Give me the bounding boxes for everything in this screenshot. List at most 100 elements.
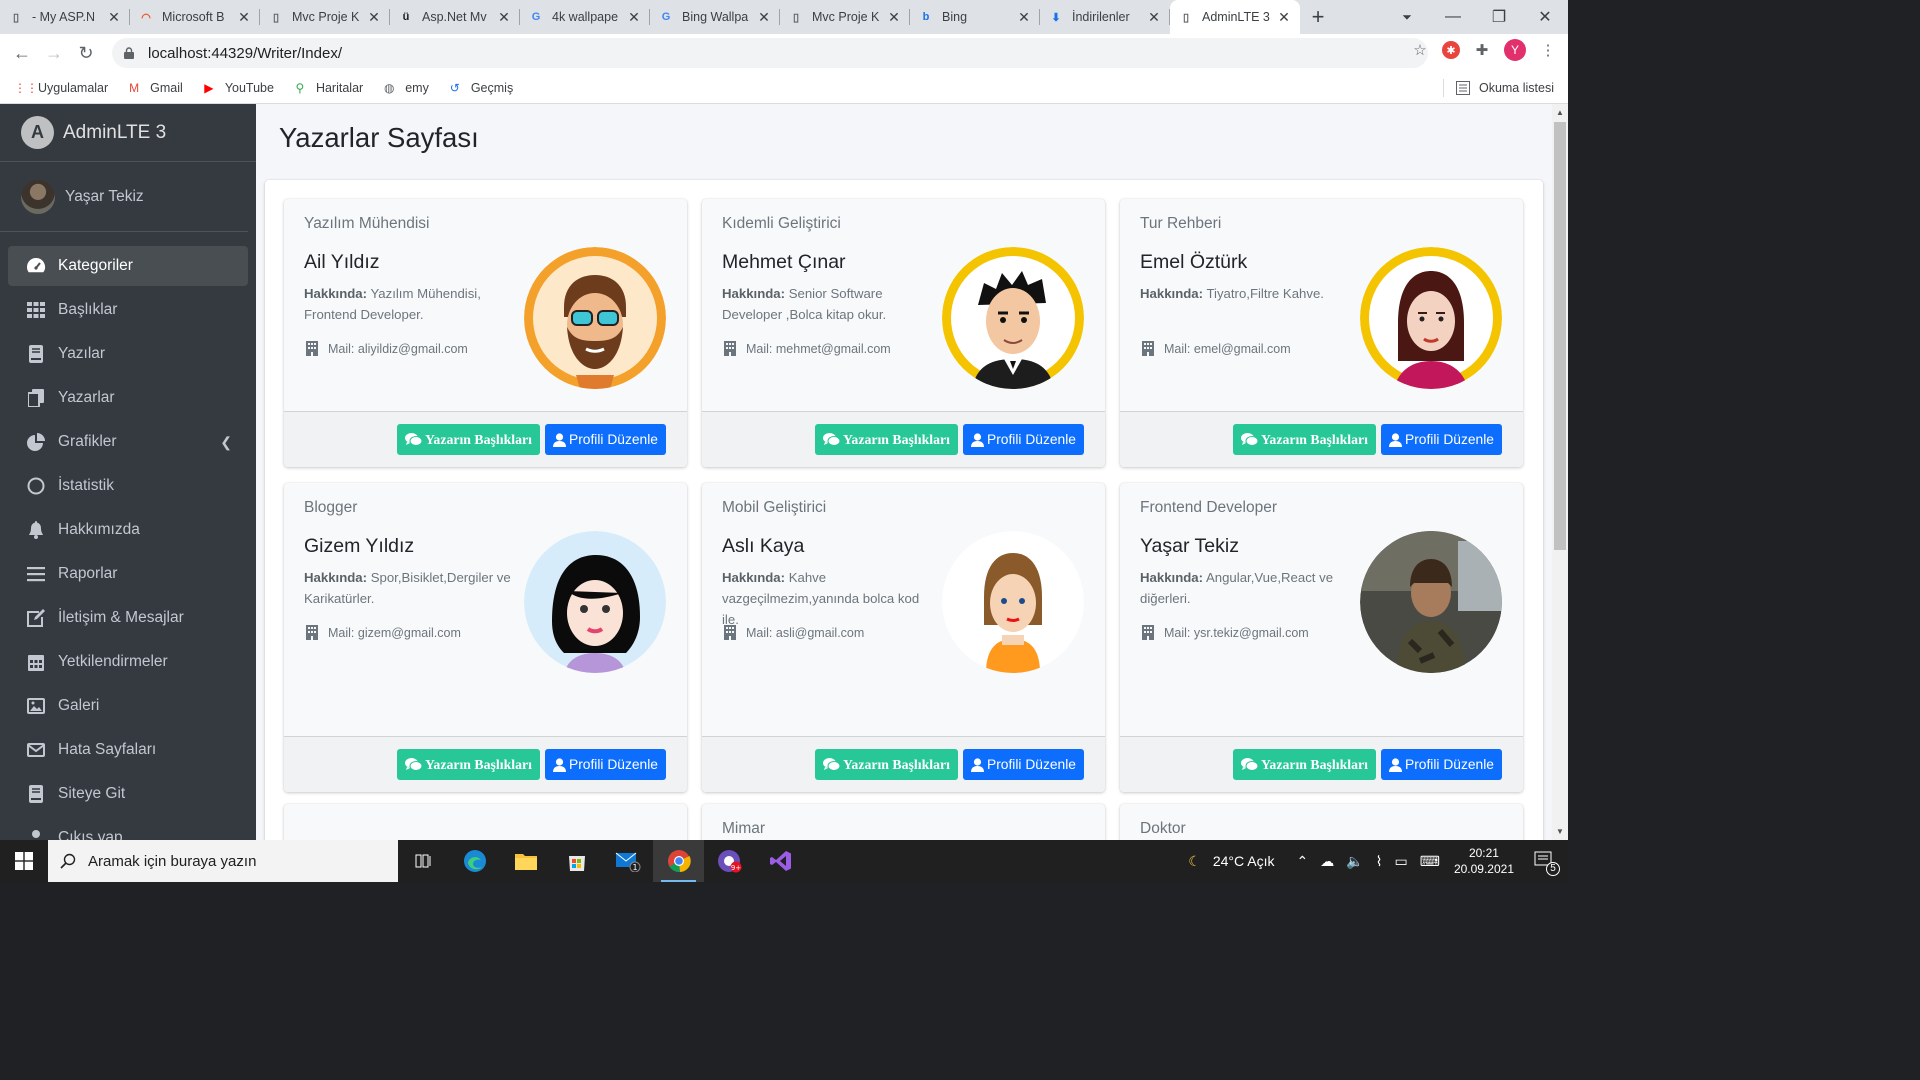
browser-tab[interactable]: b Bing ✕ xyxy=(910,0,1040,34)
tab-favicon-icon: ◠ xyxy=(141,11,151,24)
sidebar-item-8[interactable]: Raporlar xyxy=(8,554,248,594)
tab-close-icon[interactable]: ✕ xyxy=(106,9,122,26)
sidebar-item-7[interactable]: Hakkımızda xyxy=(8,510,248,550)
edit-profile-button[interactable]: Profili Düzenle xyxy=(545,749,666,780)
sidebar-item-13[interactable]: Siteye Git xyxy=(8,774,248,814)
edit-profile-button[interactable]: Profili Düzenle xyxy=(963,749,1084,780)
page-scrollbar[interactable]: ▲ ▼ xyxy=(1552,104,1568,840)
tab-close-icon[interactable]: ✕ xyxy=(1016,9,1032,26)
brand-link[interactable]: A AdminLTE 3 xyxy=(0,104,256,162)
edit-profile-button[interactable]: Profili Düzenle xyxy=(545,424,666,455)
browser-tab[interactable]: ▯ Mvc Proje K ✕ xyxy=(260,0,390,34)
browser-tab[interactable]: ◠ Microsoft B ✕ xyxy=(130,0,260,34)
notification-center-icon[interactable]: 5 xyxy=(1534,851,1560,876)
bookmark-label: Haritalar xyxy=(315,80,364,95)
browser-tab[interactable]: G 4k wallpape ✕ xyxy=(520,0,650,34)
tab-close-icon[interactable]: ✕ xyxy=(756,9,772,26)
writer-titles-button[interactable]: Yazarın Başlıkları xyxy=(397,424,540,455)
minimize-button[interactable]: — xyxy=(1430,8,1476,26)
sidebar-item-3[interactable]: Yazılar xyxy=(8,334,248,374)
reload-button[interactable]: ↻ xyxy=(70,43,102,64)
browser-tab[interactable]: G Bing Wallpa ✕ xyxy=(650,0,780,34)
restore-button[interactable]: ❐ xyxy=(1476,7,1522,27)
reading-list-button[interactable]: Okuma listesi xyxy=(1442,72,1554,104)
close-window-button[interactable]: ✕ xyxy=(1522,7,1568,27)
profile-avatar[interactable]: Y xyxy=(1504,39,1526,61)
wifi-icon[interactable]: ⌇ xyxy=(1376,853,1383,870)
puzzle-icon[interactable]: ✚ xyxy=(1470,38,1494,62)
sidebar-item-6[interactable]: İstatistik xyxy=(8,466,248,506)
start-button[interactable] xyxy=(0,840,48,882)
writer-titles-button[interactable]: Yazarın Başlıkları xyxy=(815,749,958,780)
bookmark-star-icon[interactable]: ☆ xyxy=(1408,38,1432,62)
omnibox[interactable]: localhost:44329/Writer/Index/ xyxy=(112,38,1428,68)
scrollbar-thumb[interactable] xyxy=(1554,122,1566,550)
bookmark-item[interactable]: ⚲ Haritalar xyxy=(292,80,364,96)
scroll-down-icon[interactable]: ▼ xyxy=(1556,827,1564,836)
bookmark-item[interactable]: ⋮⋮ Uygulamalar xyxy=(14,80,108,96)
edit-profile-button[interactable]: Profili Düzenle xyxy=(1381,424,1502,455)
volume-icon[interactable]: 🔈 xyxy=(1346,853,1363,870)
scroll-up-icon[interactable]: ▲ xyxy=(1556,108,1564,117)
battery-icon[interactable]: ▭ xyxy=(1394,853,1407,870)
forward-button[interactable]: → xyxy=(38,43,70,64)
sidebar-item-11[interactable]: Galeri xyxy=(8,686,248,726)
browser-tab[interactable]: ▯ Mvc Proje K ✕ xyxy=(780,0,910,34)
browser-tab[interactable]: ⬇ İndirilenler ✕ xyxy=(1040,0,1170,34)
tab-close-icon[interactable]: ✕ xyxy=(366,9,382,26)
sidebar-item-4[interactable]: Yazarlar xyxy=(8,378,248,418)
mail-label: Mail: xyxy=(328,625,355,640)
menu-icon[interactable]: ⋮ xyxy=(1536,38,1560,62)
app-notification-icon[interactable]: 9+ xyxy=(704,840,755,882)
extension-icon[interactable]: ✱ xyxy=(1442,41,1460,59)
writer-role: Mimar xyxy=(722,820,766,837)
weather-icon[interactable]: ☾ xyxy=(1188,853,1201,870)
writer-titles-button[interactable]: Yazarın Başlıkları xyxy=(397,749,540,780)
weather-text[interactable]: 24°C Açık xyxy=(1213,853,1275,869)
clock[interactable]: 20:21 20.09.2021 xyxy=(1454,845,1514,877)
envelope-icon xyxy=(26,740,46,760)
chevron-left-icon: ❮ xyxy=(220,433,232,450)
edit-profile-button[interactable]: Profili Düzenle xyxy=(1381,749,1502,780)
user-panel[interactable]: Yaşar Tekiz xyxy=(0,162,248,232)
tab-close-icon[interactable]: ✕ xyxy=(626,9,642,26)
bookmark-item[interactable]: M Gmail xyxy=(126,80,183,96)
mail-icon[interactable]: 1 xyxy=(602,840,653,882)
chrome-icon[interactable] xyxy=(653,840,704,882)
sidebar-item-10[interactable]: Yetkilendirmeler xyxy=(8,642,248,682)
writer-titles-button[interactable]: Yazarın Başlıkları xyxy=(1233,749,1376,780)
task-view-icon[interactable] xyxy=(398,840,449,882)
browser-tab[interactable]: ü Asp.Net Mv ✕ xyxy=(390,0,520,34)
visual-studio-icon[interactable] xyxy=(755,840,806,882)
edge-icon[interactable] xyxy=(449,840,500,882)
sidebar-item-5[interactable]: Grafikler ❮ xyxy=(8,422,248,462)
back-button[interactable]: ← xyxy=(6,43,38,64)
file-explorer-icon[interactable] xyxy=(500,840,551,882)
tab-close-icon[interactable]: ✕ xyxy=(1276,9,1292,26)
sidebar-item-2[interactable]: Başlıklar xyxy=(8,290,248,330)
sidebar-item-1[interactable]: Kategoriler xyxy=(8,246,248,286)
tab-close-icon[interactable]: ✕ xyxy=(496,9,512,26)
tab-close-icon[interactable]: ✕ xyxy=(1146,9,1162,26)
new-tab-button[interactable]: + xyxy=(1300,0,1336,34)
tab-search-icon[interactable]: ⏷ xyxy=(1384,10,1430,25)
tab-close-icon[interactable]: ✕ xyxy=(236,9,252,26)
bookmark-item[interactable]: ▶ YouTube xyxy=(201,80,274,96)
store-icon[interactable] xyxy=(551,840,602,882)
edit-profile-button[interactable]: Profili Düzenle xyxy=(963,424,1084,455)
edit-profile-label: Profili Düzenle xyxy=(1405,757,1494,772)
sidebar-item-14[interactable]: Çıkış yap xyxy=(8,818,248,840)
sidebar-item-12[interactable]: Hata Sayfaları xyxy=(8,730,248,770)
writer-titles-button[interactable]: Yazarın Başlıkları xyxy=(815,424,958,455)
bookmark-item[interactable]: ↺ Geçmiş xyxy=(447,80,513,96)
sidebar-item-9[interactable]: İletişim & Mesajlar xyxy=(8,598,248,638)
show-hidden-icons[interactable]: ⌃ xyxy=(1296,853,1308,870)
bookmark-item[interactable]: ◍ emy xyxy=(381,80,429,96)
keyboard-icon[interactable]: ⌨ xyxy=(1420,853,1440,870)
taskbar-search[interactable]: Aramak için buraya yazın xyxy=(48,840,398,882)
browser-tab[interactable]: ▯ AdminLTE 3 ✕ xyxy=(1170,0,1300,34)
browser-tab[interactable]: ▯ - My ASP.N ✕ xyxy=(0,0,130,34)
onedrive-icon[interactable]: ☁ xyxy=(1320,853,1334,870)
writer-titles-button[interactable]: Yazarın Başlıkları xyxy=(1233,424,1376,455)
tab-close-icon[interactable]: ✕ xyxy=(886,9,902,26)
